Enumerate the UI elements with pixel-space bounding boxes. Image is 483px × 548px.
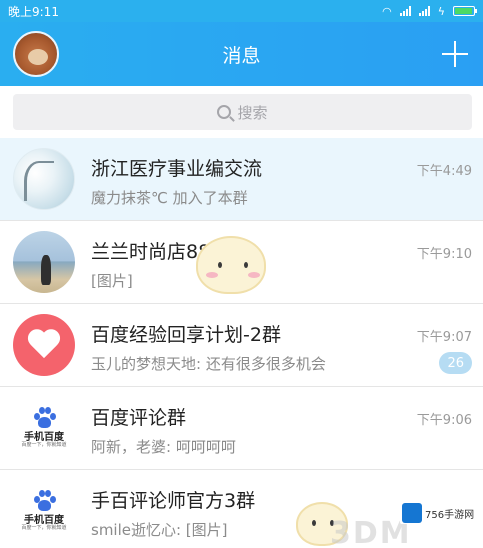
site-logo-label: 756手游网	[425, 509, 475, 521]
messages-screen: 晚上9:11 ◠ ϟ 消息 搜索 浙江医疗事业编交流 魔力抹茶℃ 加入了本群 下…	[0, 0, 483, 548]
search-placeholder: 搜索	[237, 103, 268, 122]
search-area: 搜索	[0, 86, 483, 138]
conversation-name: 百度评论群	[91, 407, 187, 429]
group-avatar	[13, 148, 75, 210]
add-plus-button[interactable]	[437, 36, 473, 72]
conversation-preview: [图片]	[91, 272, 133, 290]
conversation-time: 下午9:07	[416, 330, 472, 345]
status-time: 晚上9:11	[8, 4, 59, 19]
signal-icon-2	[418, 6, 430, 16]
wifi-icon: ◠	[382, 4, 392, 18]
charging-icon: ϟ	[437, 4, 445, 18]
baidu-tagline: 百度一下，你就知道	[21, 442, 67, 449]
page-title: 消息	[222, 44, 261, 67]
baidu-avatar: 手机百度 百度一下，你就知道	[13, 397, 75, 459]
conversation-time: 下午9:06	[416, 413, 472, 428]
site-logo: 756手游网	[400, 502, 478, 524]
status-bar: 晚上9:11 ◠ ϟ	[0, 0, 483, 22]
conversation-item[interactable]: 百度经验回享计划-2群 玉儿的梦想天地: 还有很多很多机会 下午9:07 26	[0, 304, 483, 387]
unread-badge: 26	[439, 352, 472, 374]
signal-icon	[399, 6, 411, 16]
conversation-name: 手百评论师官方3群	[91, 490, 256, 512]
conversation-time: 下午4:49	[416, 164, 472, 179]
conversation-list: 浙江医疗事业编交流 魔力抹茶℃ 加入了本群 下午4:49 兰兰时尚店88 [图片…	[0, 138, 483, 548]
conversation-item[interactable]: 手机百度 百度一下，你就知道 百度评论群 阿新，老婆: 呵呵呵呵 下午9:06	[0, 387, 483, 470]
header-bar: 消息	[0, 22, 483, 86]
conversation-item[interactable]: 浙江医疗事业编交流 魔力抹茶℃ 加入了本群 下午4:49	[0, 138, 483, 221]
conversation-time: 下午9:10	[416, 247, 472, 262]
conversation-preview: 阿新，老婆: 呵呵呵呵	[91, 438, 236, 456]
user-avatar[interactable]	[13, 31, 59, 77]
contact-avatar	[13, 231, 75, 293]
baidu-tagline: 百度一下，你就知道	[21, 525, 67, 532]
heart-icon	[27, 330, 61, 360]
conversation-preview: 玉儿的梦想天地: 还有很多很多机会	[91, 355, 326, 373]
conversation-preview: 魔力抹茶℃ 加入了本群	[91, 189, 248, 207]
battery-icon	[453, 6, 477, 16]
conversation-name: 百度经验回享计划-2群	[91, 324, 281, 346]
site-logo-icon	[402, 503, 422, 523]
baidu-avatar: 手机百度 百度一下，你就知道	[13, 480, 75, 542]
search-icon	[217, 105, 232, 119]
paw-icon	[33, 407, 56, 429]
status-icons: ◠ ϟ	[382, 4, 477, 18]
mascot-sticker	[190, 228, 274, 302]
heart-avatar	[13, 314, 75, 376]
conversation-preview: smile逝忆心: [图片]	[91, 521, 228, 539]
conversation-name: 浙江医疗事业编交流	[91, 158, 263, 180]
search-bar[interactable]: 搜索	[13, 94, 472, 130]
paw-icon	[33, 490, 56, 512]
